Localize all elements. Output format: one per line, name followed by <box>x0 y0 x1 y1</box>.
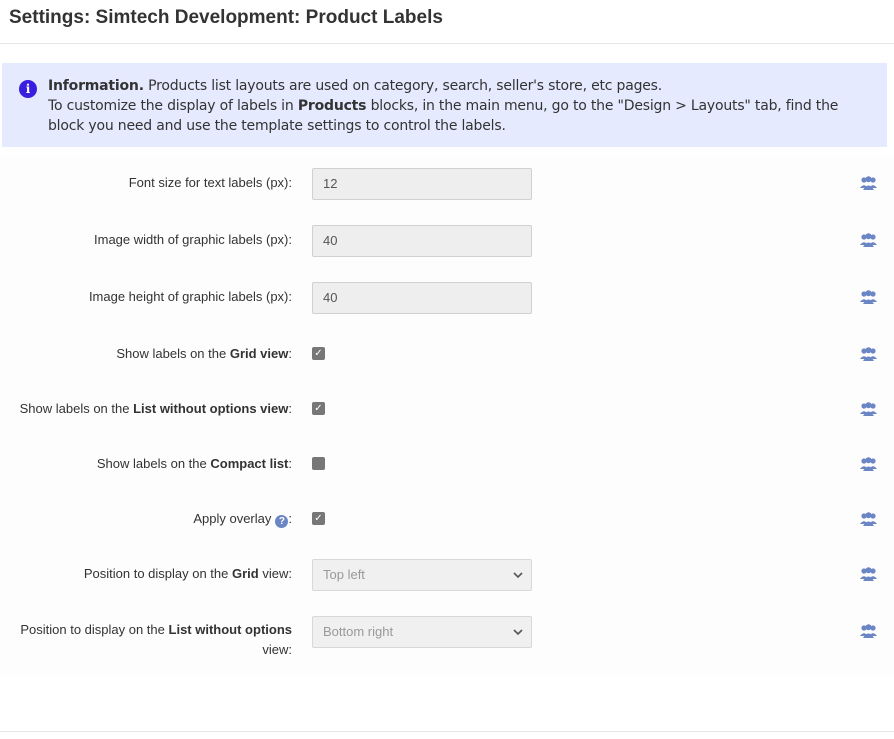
users-icon[interactable] <box>860 290 877 304</box>
information-notice: i Information. Products list layouts are… <box>2 63 887 147</box>
users-icon[interactable] <box>860 624 877 638</box>
list-without-options-checkbox[interactable]: ✓ <box>312 402 325 415</box>
position-list-prefix: Position to display on the <box>20 622 165 637</box>
font-size-label: Font size for text labels (px): <box>128 175 292 190</box>
image-width-label: Image width of graphic labels (px): <box>94 232 292 247</box>
position-list-suffix: view: <box>262 642 292 657</box>
grid-view-label-suffix: : <box>288 346 292 361</box>
users-icon[interactable] <box>860 347 877 361</box>
users-icon[interactable] <box>860 176 877 190</box>
list-label-prefix: Show labels on the <box>19 401 130 416</box>
position-grid-suffix: view: <box>262 566 292 581</box>
bottom-divider <box>0 731 894 732</box>
list-without-options-label: Show labels on the List without options … <box>20 399 292 419</box>
image-width-input[interactable]: 40 <box>312 225 532 257</box>
image-height-label: Image height of graphic labels (px): <box>88 289 292 304</box>
information-text: Information. Products list layouts are u… <box>48 76 878 136</box>
grid-view-label-prefix: Show labels on the <box>116 346 227 361</box>
compact-label-prefix: Show labels on the <box>96 456 207 471</box>
apply-overlay-suffix: : <box>288 511 292 526</box>
position-list-select[interactable]: Bottom right <box>312 616 532 648</box>
position-grid-label: Position to display on the Grid view: <box>84 564 292 584</box>
list-label-bold: List without options view <box>133 401 289 416</box>
apply-overlay-text: Apply overlay <box>193 511 272 526</box>
grid-view-label: Show labels on the Grid view: <box>116 344 292 364</box>
image-height-input[interactable]: 40 <box>312 282 532 314</box>
info-line2-prefix: To customize the display of labels in <box>48 98 294 114</box>
users-icon[interactable] <box>860 233 877 247</box>
info-line2-bold: Products <box>297 98 367 114</box>
users-icon[interactable] <box>860 457 877 471</box>
apply-overlay-label: Apply overlay?: <box>193 509 292 529</box>
compact-label-suffix: : <box>288 456 292 471</box>
users-icon[interactable] <box>860 512 877 526</box>
compact-label-bold: Compact list <box>210 456 289 471</box>
position-grid-bold: Grid <box>232 566 259 581</box>
users-icon[interactable] <box>860 567 877 581</box>
apply-overlay-checkbox[interactable]: ✓ <box>312 512 325 525</box>
chevron-down-icon <box>513 560 523 601</box>
info-heading: Information. <box>48 78 144 94</box>
help-icon[interactable]: ? <box>275 515 289 528</box>
font-size-input[interactable]: 12 <box>312 168 532 200</box>
info-icon: i <box>19 80 37 98</box>
info-line1: Products list layouts are used on catego… <box>148 78 663 94</box>
page-title: Settings: Simtech Development: Product L… <box>9 7 443 28</box>
grid-view-checkbox[interactable]: ✓ <box>312 347 325 360</box>
grid-view-label-bold: Grid view <box>229 346 289 361</box>
users-icon[interactable] <box>860 402 877 416</box>
list-label-suffix: : <box>288 401 292 416</box>
position-grid-select[interactable]: Top left <box>312 559 532 591</box>
position-grid-value: Top left <box>323 567 365 582</box>
position-list-bold: List without options <box>168 622 292 637</box>
position-grid-prefix: Position to display on the <box>83 566 229 581</box>
title-divider <box>0 43 894 44</box>
position-list-value: Bottom right <box>323 624 394 639</box>
chevron-down-icon <box>513 617 523 658</box>
compact-list-label: Show labels on the Compact list: <box>97 454 292 474</box>
position-list-label: Position to display on the List without … <box>2 620 292 660</box>
compact-list-checkbox[interactable] <box>312 457 325 470</box>
